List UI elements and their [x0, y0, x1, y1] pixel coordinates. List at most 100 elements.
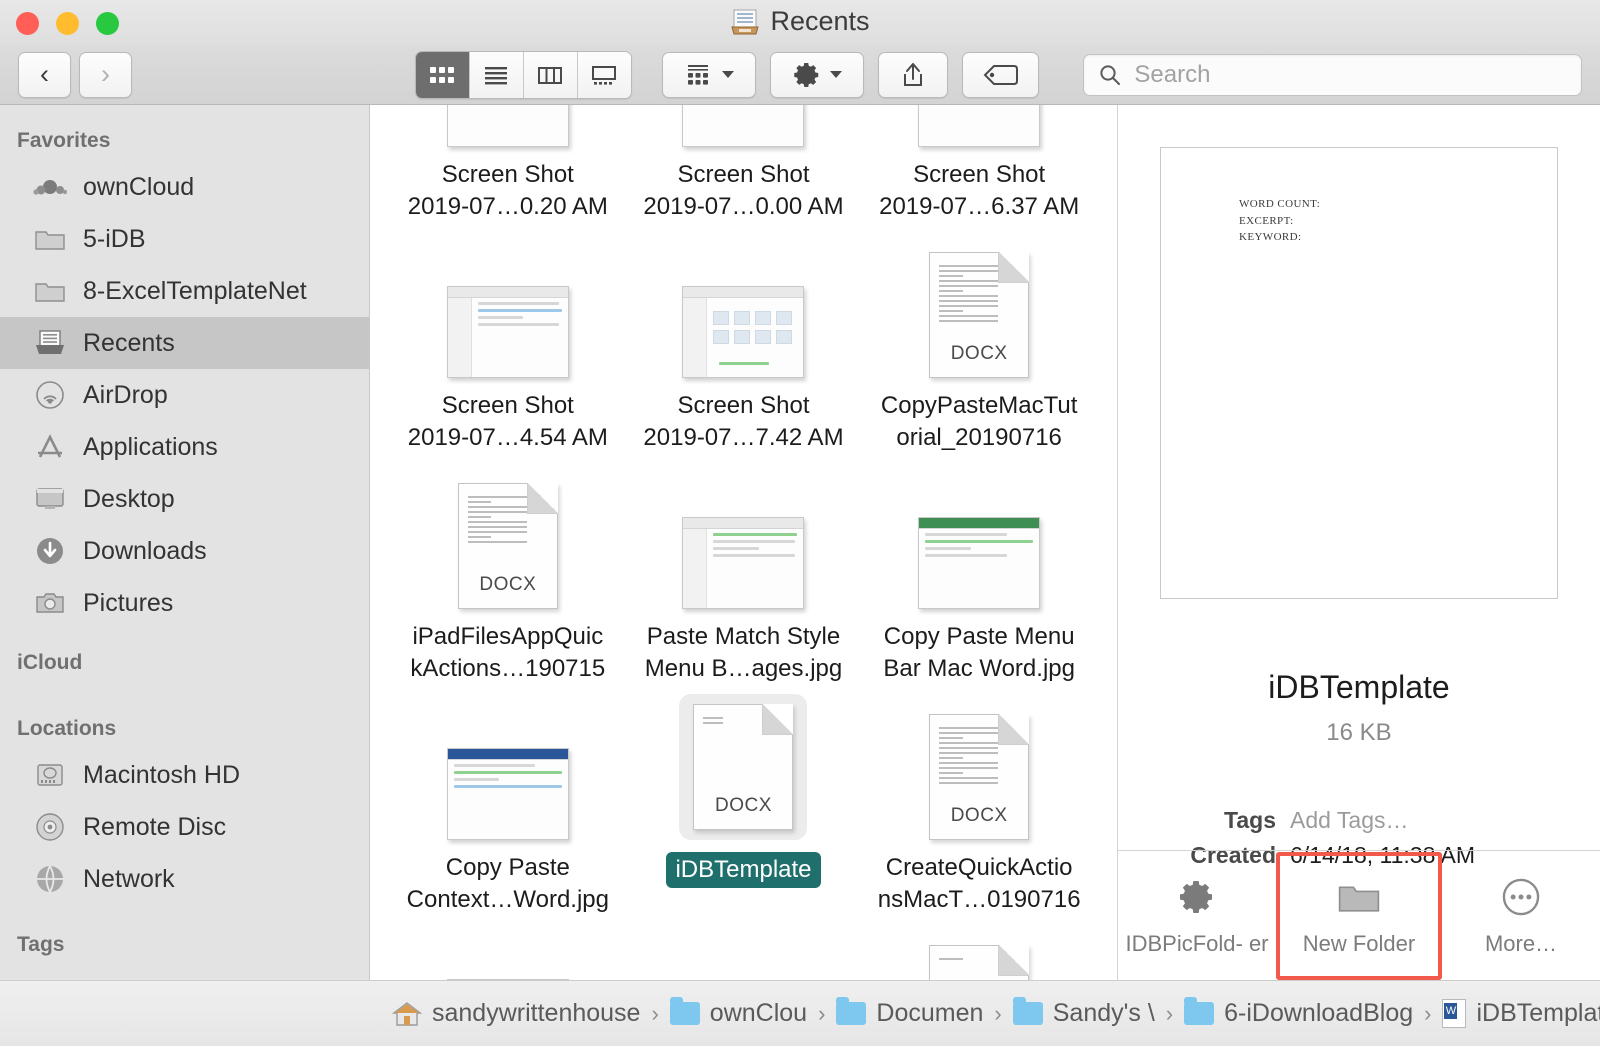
docx-document-icon: DOCX [693, 704, 794, 830]
screenshot-thumbnail-icon [446, 286, 569, 378]
file-item[interactable]: Copy Paste Menu Bar Mac Word.jpg [861, 463, 1097, 694]
folder-icon [1336, 875, 1382, 919]
sidebar-item-pictures[interactable]: Pictures [0, 577, 369, 629]
file-thumbnail: DOCX [929, 694, 1030, 844]
owncloud-icon [33, 170, 67, 204]
file-name: Screen Shot 2019-07…4.54 AM [407, 392, 608, 451]
file-name: Screen Shot 2019-07…6.37 AM [879, 161, 1080, 220]
breadcrumb-label: ownClou [709, 999, 808, 1027]
title-bar: Recents [0, 0, 1600, 45]
folder-blue-icon [669, 997, 700, 1025]
file-name: Screen Shot 2019-07…0.20 AM [407, 161, 608, 220]
file-thumbnail [682, 463, 805, 613]
forward-button[interactable]: › [79, 51, 132, 98]
tags-button[interactable] [961, 51, 1040, 98]
sidebar-item-recents[interactable]: Recents [0, 317, 369, 369]
file-item[interactable]: Screen Shot 2019-07…0.00 AM [626, 105, 862, 232]
preview-metadata-row-tags: Tags Add Tags… [1144, 803, 1574, 838]
gear-icon [1177, 875, 1217, 919]
sidebar-item-airdrop[interactable]: AirDrop [0, 369, 369, 421]
file-item[interactable] [861, 925, 1097, 980]
quick-action-label: New Folder [1302, 930, 1416, 956]
breadcrumb-label: 6-iDownloadBlog [1224, 999, 1414, 1027]
sidebar-item-8-exceltemplatenet[interactable]: 8-ExcelTemplateNet [0, 265, 369, 317]
sidebar-header-locations: Locations [17, 717, 117, 740]
file-thumbnail [446, 105, 569, 151]
sidebar: Favorites ownCloud 5-iDB 8-ExcelTemplate… [0, 105, 370, 980]
file-grid-area[interactable]: Screen Shot 2019-07…0.20 AM Screen Shot 20… [370, 105, 1118, 980]
sidebar-item-remote-disc[interactable]: Remote Disc [0, 801, 369, 853]
file-item[interactable]: DOCX iPadFilesAppQuic kActions…190715 [390, 463, 626, 694]
list-view-button[interactable] [469, 51, 524, 98]
breadcrumb-item-owncloud[interactable]: ownClou [669, 997, 808, 1028]
back-button[interactable]: ‹ [18, 51, 71, 98]
arrange-button[interactable] [662, 51, 757, 98]
breadcrumb-item-documents[interactable]: Documen [836, 997, 983, 1028]
breadcrumb-item-sandywrittenhouse[interactable]: sandywrittenhouse [392, 999, 640, 1028]
file-item-selected[interactable]: DOCX iDBTemplate [626, 694, 862, 925]
file-item[interactable]: Paste Match Style Menu B…ages.jpg [626, 463, 862, 694]
search-icon [1100, 64, 1121, 85]
breadcrumb-item-sandys[interactable]: Sandy's \ [1012, 997, 1155, 1028]
navigation-buttons: ‹ › [18, 51, 132, 98]
sidebar-item-label: Pictures [83, 588, 174, 617]
icon-view-button[interactable] [416, 51, 470, 98]
file-name: Copy Paste Context…Word.jpg [406, 854, 609, 913]
sidebar-item-network[interactable]: Network [0, 853, 369, 905]
breadcrumb-item-6-idownloadblog[interactable]: 6-iDownloadBlog [1184, 997, 1414, 1028]
breadcrumb-separator: › [818, 1000, 826, 1026]
quick-action-idbpicfolder[interactable]: IDBPicFold- er [1118, 875, 1276, 956]
file-name-selected: iDBTemplate [666, 852, 821, 888]
file-grid: Screen Shot 2019-07…0.20 AM Screen Shot 20… [370, 105, 1117, 980]
sidebar-item-macintosh-hd[interactable]: Macintosh HD [0, 749, 369, 801]
screenshot-thumbnail-icon [918, 105, 1041, 147]
column-view-button[interactable] [523, 51, 578, 98]
downloads-icon [33, 534, 67, 568]
quick-action-new-folder[interactable]: New Folder [1276, 851, 1442, 980]
file-item[interactable]: Screen Shot 2019-07…4.54 AM [390, 232, 626, 463]
quick-action-more[interactable]: More… [1442, 875, 1600, 956]
home-icon [392, 1000, 422, 1028]
search-field[interactable]: Search [1083, 53, 1583, 96]
file-item[interactable] [626, 925, 862, 980]
file-item[interactable]: Screen Shot 2019-07…7.42 AM [626, 232, 862, 463]
file-item[interactable]: Copy Paste Context…Word.jpg [390, 694, 626, 925]
chevron-left-icon: ‹ [40, 59, 49, 89]
screenshot-thumbnail-icon [918, 517, 1041, 609]
folder-blue-icon [836, 997, 867, 1025]
file-item[interactable] [390, 925, 626, 980]
sidebar-item-label: 5-iDB [83, 224, 146, 253]
sidebar-item-owncloud[interactable]: ownCloud [0, 161, 369, 213]
file-thumbnail [918, 463, 1041, 613]
sidebar-item-downloads[interactable]: Downloads [0, 525, 369, 577]
sidebar-item-desktop[interactable]: Desktop [0, 473, 369, 525]
file-name: CreateQuickActio nsMacT…0190716 [877, 854, 1081, 913]
file-thumbnail: DOCX [929, 232, 1030, 382]
file-name: CopyPasteMacTut orial_20190716 [880, 392, 1078, 451]
file-item[interactable]: DOCX CopyPasteMacTut orial_20190716 [861, 232, 1097, 463]
breadcrumb-label: iDBTemplate [1476, 999, 1600, 1027]
breadcrumb-item-idbtemplate[interactable]: iDBTemplate [1442, 999, 1600, 1028]
screenshot-thumbnail-icon [682, 105, 805, 147]
search-placeholder: Search [1134, 60, 1211, 88]
sidebar-item-label: Recents [83, 328, 175, 357]
view-mode-segmented-control [415, 50, 633, 99]
file-item[interactable]: Screen Shot 2019-07…0.20 AM [390, 105, 626, 232]
quick-action-label: IDBPicFold- er [1125, 930, 1269, 956]
share-icon [903, 62, 922, 86]
quick-actions-bar: IDBPicFold- er New Folder More… [1118, 850, 1600, 980]
gear-icon [794, 62, 819, 87]
sidebar-header-tags: Tags [17, 933, 65, 956]
sidebar-item-applications[interactable]: Applications [0, 421, 369, 473]
sidebar-item-label: Applications [83, 432, 218, 461]
file-item[interactable]: DOCX CreateQuickActio nsMacT…0190716 [861, 694, 1097, 925]
file-item[interactable]: Screen Shot 2019-07…6.37 AM [861, 105, 1097, 232]
action-gear-button[interactable] [770, 51, 864, 98]
share-button[interactable] [877, 51, 948, 98]
breadcrumb-separator: › [994, 1000, 1002, 1026]
add-tags-field[interactable]: Add Tags… [1290, 803, 1408, 838]
sidebar-item-label: Downloads [83, 536, 207, 565]
file-thumbnail [918, 105, 1041, 151]
sidebar-item-5-idb[interactable]: 5-iDB [0, 213, 369, 265]
gallery-view-button[interactable] [577, 51, 632, 98]
